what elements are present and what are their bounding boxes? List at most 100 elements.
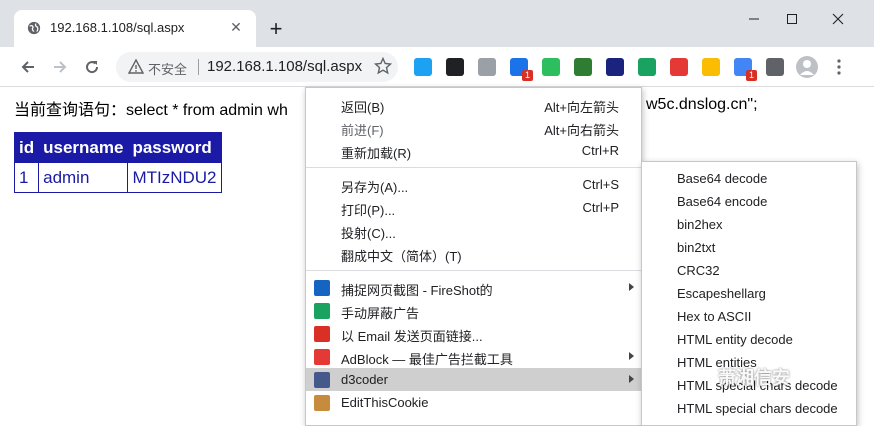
submenu-item[interactable]: HTML special chars decode	[677, 401, 838, 416]
shield-green-icon	[314, 303, 330, 319]
context-menu-item[interactable]: 前进(F) Alt+向右箭头	[306, 116, 641, 139]
menu-item-label: AdBlock — 最佳广告拦截工具	[341, 352, 513, 367]
query-statement: 当前查询语句：select * from admin wh	[14, 102, 288, 119]
star-icon[interactable]	[374, 57, 392, 75]
menu-item-label: 以 Email 发送页面链接...	[341, 329, 483, 344]
share-ext-icon[interactable]: 1	[510, 58, 533, 81]
bar-ext-icon[interactable]	[606, 58, 624, 76]
table-cell: admin	[38, 162, 129, 193]
context-menu-item[interactable]: 另存为(A)... Ctrl+S	[306, 173, 641, 196]
context-menu-item[interactable]: d3coder	[306, 368, 641, 391]
menu-item-label: 重新加载(R)	[341, 146, 412, 161]
close-tab-icon[interactable]: ✕	[228, 19, 244, 35]
close-window-button[interactable]	[828, 10, 848, 30]
security-status[interactable]: 不安全	[148, 59, 187, 78]
menu-item-label: EditThisCookie	[341, 395, 429, 410]
mail-ext-icon[interactable]	[478, 58, 496, 76]
back-button[interactable]	[16, 55, 40, 79]
extension-badge: 1	[521, 70, 533, 81]
column-header: username	[38, 132, 129, 163]
menu-item-label: 打印(P)...	[341, 203, 396, 218]
menu-item-shortcut: Ctrl+S	[582, 177, 619, 192]
context-menu-item[interactable]: AdBlock — 最佳广告拦截工具	[306, 345, 641, 368]
tab-title: 192.168.1.108/sql.aspx	[50, 20, 185, 35]
multi-ext-icon[interactable]: 1	[734, 58, 757, 81]
minimize-button[interactable]	[744, 10, 764, 30]
context-menu-item[interactable]: 翻成中文（简体）(T)	[306, 242, 641, 265]
menu-item-shortcut: Ctrl+P	[582, 200, 619, 215]
submenu-item[interactable]: bin2hex	[677, 217, 723, 232]
adblock-icon	[314, 349, 330, 365]
context-menu-item[interactable]: 返回(B) Alt+向左箭头	[306, 93, 641, 116]
table-cell: 1	[13, 162, 40, 193]
context-menu-item[interactable]: 手动屏蔽广告	[306, 299, 641, 322]
context-menu: 返回(B) Alt+向左箭头前进(F) Alt+向右箭头 重新加载(R) Ctrl+R 另…	[305, 87, 642, 426]
table-row: 1 admin MTIzNDU2	[13, 162, 222, 193]
menu-item-label: 翻成中文（简体）(T)	[341, 249, 462, 264]
table-cell: MTIzNDU2	[127, 162, 222, 193]
globe-icon	[27, 21, 41, 35]
leaf-ext-icon[interactable]	[574, 58, 592, 76]
menu-item-shortcut: Alt+向左箭头	[544, 100, 619, 115]
profile-icon	[800, 60, 814, 75]
extension-badge: 1	[745, 70, 757, 81]
table-header-row: id username password	[13, 132, 222, 163]
avatar[interactable]	[796, 56, 818, 78]
minimize-icon	[749, 18, 759, 20]
menu-separator	[306, 270, 641, 271]
close-icon	[832, 13, 844, 25]
menu-item-label: 捕捉网页截图 - FireShot的	[341, 283, 493, 298]
context-menu-item[interactable]: EditThisCookie	[306, 391, 641, 414]
forward-button[interactable]	[48, 55, 72, 79]
menu-item-label: 另存为(A)...	[341, 180, 409, 195]
active-tab[interactable]: 192.168.1.108/sql.aspx ✕	[14, 10, 256, 47]
submenu-item[interactable]: Hex to ASCII	[677, 309, 751, 324]
query-statement-tail: w5c.dnslog.cn";	[646, 96, 758, 113]
submenu-arrow-icon	[629, 352, 634, 360]
reload-icon	[86, 61, 99, 74]
warning-icon[interactable]	[128, 59, 144, 75]
context-menu-item[interactable]: 投射(C)...	[306, 219, 641, 242]
adblock-icon[interactable]	[670, 58, 688, 76]
submenu-arrow-icon	[629, 283, 634, 291]
submenu-item[interactable]: Base64 encode	[677, 194, 767, 209]
browser-toolbar: 不安全 192.168.1.108/sql.aspx 1 1	[0, 47, 874, 87]
context-menu-item[interactable]: 打印(P)... Ctrl+P	[306, 196, 641, 219]
submenu-arrow-icon	[629, 375, 634, 383]
fireshot-icon	[314, 280, 330, 296]
address-separator	[198, 59, 199, 75]
submenu-item[interactable]: bin2txt	[677, 240, 715, 255]
column-header: id	[13, 132, 40, 163]
evernote-icon[interactable]	[542, 58, 560, 76]
submenu-item[interactable]: HTML entity decode	[677, 332, 793, 347]
shield-ext-icon[interactable]	[638, 58, 656, 76]
submenu-item[interactable]: Base64 decode	[677, 171, 767, 186]
colorful-ext-icon[interactable]	[702, 58, 720, 76]
column-header: password	[127, 132, 222, 163]
address-bar[interactable]: 不安全 192.168.1.108/sql.aspx	[116, 52, 398, 82]
submenu-item[interactable]: Escapeshellarg	[677, 286, 766, 301]
results-table: id username password 1 admin MTIzNDU2	[13, 132, 222, 193]
context-menu-item[interactable]: 重新加载(R) Ctrl+R	[306, 139, 641, 162]
menu-separator	[306, 167, 641, 168]
more-menu-icon[interactable]	[834, 57, 844, 77]
url-text[interactable]: 192.168.1.108/sql.aspx	[207, 58, 362, 75]
context-menu-item[interactable]: 以 Email 发送页面链接...	[306, 322, 641, 345]
dark-square-ext-icon[interactable]	[446, 58, 464, 76]
new-tab-button[interactable]: +	[266, 18, 286, 40]
arrow-left-icon	[21, 61, 34, 73]
email-icon	[314, 326, 330, 342]
arrow-right-icon	[54, 61, 67, 73]
arrow-ext-icon[interactable]	[414, 58, 432, 76]
context-menu-item[interactable]: 捕捉网页截图 - FireShot的	[306, 276, 641, 299]
d3coder-icon	[314, 372, 330, 388]
reload-button[interactable]	[80, 55, 104, 79]
watermark: 萧湘信安	[718, 368, 790, 388]
maximize-button[interactable]	[782, 10, 802, 30]
menu-item-label: 投射(C)...	[341, 226, 396, 241]
menu-item-shortcut: Alt+向右箭头	[544, 123, 619, 138]
menu-item-label: 前进(F)	[341, 123, 384, 138]
submenu-item[interactable]: CRC32	[677, 263, 720, 278]
cookie-icon	[314, 395, 330, 411]
puzzle-icon[interactable]	[766, 58, 784, 76]
